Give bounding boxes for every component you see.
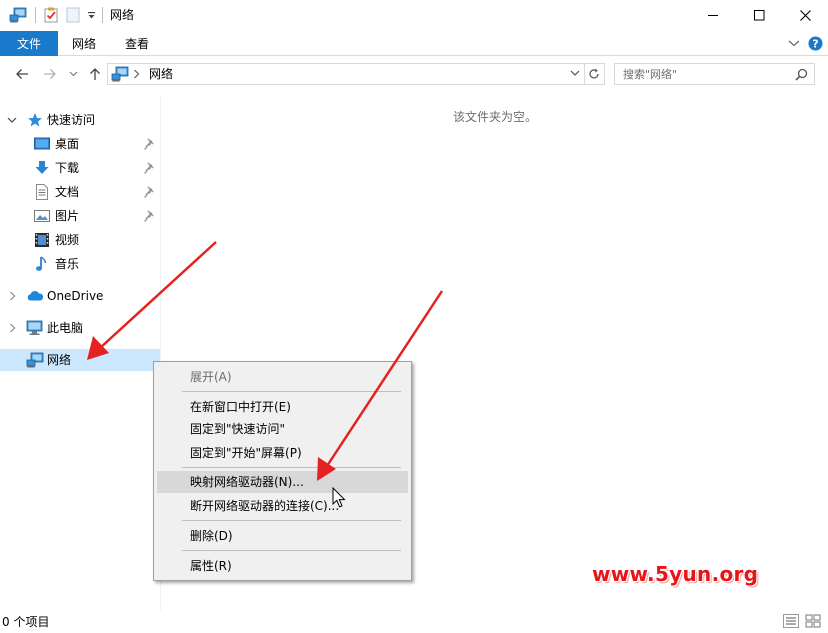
cloud-icon bbox=[26, 288, 44, 304]
sidebar-item-label: 音乐 bbox=[55, 257, 80, 271]
sidebar-item-label: 桌面 bbox=[55, 137, 80, 151]
chevron-right-icon[interactable] bbox=[6, 322, 18, 334]
close-button[interactable] bbox=[782, 0, 828, 31]
video-icon bbox=[34, 232, 50, 248]
menu-separator bbox=[182, 520, 401, 521]
tab-view[interactable]: 查看 bbox=[125, 31, 149, 56]
ribbon: 文件 网络 查看 ? bbox=[0, 31, 828, 56]
desktop-icon bbox=[34, 136, 50, 152]
customize-dropdown-icon[interactable] bbox=[85, 6, 97, 24]
window-title: 网络 bbox=[110, 8, 135, 22]
sidebar-item-network[interactable]: 网络 bbox=[0, 349, 160, 371]
sidebar-item-documents[interactable]: 文档 bbox=[0, 181, 160, 203]
sidebar-item-label: 视频 bbox=[55, 233, 80, 247]
close-icon bbox=[799, 10, 811, 21]
chevron-down-icon[interactable] bbox=[6, 114, 18, 126]
svg-text:?: ? bbox=[812, 38, 818, 51]
item-count: 0 个项目 bbox=[2, 615, 50, 629]
sidebar-item-videos[interactable]: 视频 bbox=[0, 229, 160, 251]
title-bar: 网络 bbox=[0, 0, 828, 31]
menu-item-pin-quick-access[interactable]: 固定到"快速访问" bbox=[157, 418, 408, 440]
breadcrumb-chevron-icon[interactable] bbox=[133, 69, 140, 79]
sidebar-item-label: 文档 bbox=[55, 185, 80, 199]
watermark: www.5yun.org bbox=[592, 562, 759, 586]
menu-item-expand[interactable]: 展开(A) bbox=[157, 366, 408, 388]
back-button[interactable] bbox=[12, 64, 32, 84]
pin-icon[interactable] bbox=[143, 185, 155, 199]
title-separator bbox=[35, 7, 36, 23]
sidebar-item-this-pc[interactable]: 此电脑 bbox=[0, 317, 160, 339]
properties-icon[interactable] bbox=[42, 6, 60, 24]
address-network-icon bbox=[111, 66, 129, 82]
menu-item-disconnect-network-drive[interactable]: 断开网络驱动器的连接(C)... bbox=[157, 495, 408, 517]
pin-icon[interactable] bbox=[143, 137, 155, 151]
search-box[interactable] bbox=[614, 63, 815, 85]
menu-item-delete[interactable]: 删除(D) bbox=[157, 525, 408, 547]
chevron-right-icon[interactable] bbox=[6, 290, 18, 302]
maximize-button[interactable] bbox=[736, 0, 782, 31]
navigation-pane: 快速访问 桌面 下载 文档 图片 视频 音乐 OneDrive 此电脑 网络 bbox=[0, 96, 160, 610]
document-icon bbox=[34, 184, 50, 200]
up-button[interactable] bbox=[86, 64, 104, 84]
new-folder-icon[interactable] bbox=[64, 6, 82, 24]
search-input[interactable] bbox=[623, 67, 793, 81]
back-arrow-icon bbox=[16, 69, 28, 79]
menu-item-pin-start[interactable]: 固定到"开始"屏幕(P) bbox=[157, 442, 408, 464]
star-icon bbox=[27, 112, 43, 128]
menu-item-map-network-drive[interactable]: 映射网络驱动器(N)... bbox=[157, 471, 408, 493]
pin-icon[interactable] bbox=[143, 209, 155, 223]
sidebar-item-label: 网络 bbox=[47, 353, 72, 367]
menu-separator bbox=[182, 391, 401, 392]
sidebar-item-music[interactable]: 音乐 bbox=[0, 253, 160, 275]
sidebar-item-downloads[interactable]: 下载 bbox=[0, 157, 160, 179]
minimize-button[interactable] bbox=[690, 0, 736, 31]
forward-button[interactable] bbox=[40, 64, 60, 84]
sidebar-item-label: 图片 bbox=[55, 209, 80, 223]
music-icon bbox=[34, 256, 50, 272]
context-menu: 展开(A) 在新窗口中打开(E) 固定到"快速访问" 固定到"开始"屏幕(P) … bbox=[153, 361, 412, 581]
breadcrumb-network[interactable]: 网络 bbox=[149, 66, 173, 82]
network-icon bbox=[8, 6, 28, 24]
sidebar-item-onedrive[interactable]: OneDrive bbox=[0, 285, 160, 307]
title-separator-2 bbox=[102, 7, 103, 23]
network-icon bbox=[26, 352, 44, 368]
sidebar-item-label: OneDrive bbox=[47, 289, 104, 303]
sidebar-item-pictures[interactable]: 图片 bbox=[0, 205, 160, 227]
recent-dropdown-icon bbox=[69, 71, 77, 77]
maximize-icon bbox=[753, 10, 764, 21]
mouse-cursor-icon bbox=[332, 487, 346, 509]
tab-file[interactable]: 文件 bbox=[0, 31, 58, 56]
expand-ribbon-icon[interactable] bbox=[788, 38, 800, 48]
sidebar-item-desktop[interactable]: 桌面 bbox=[0, 133, 160, 155]
details-view-icon[interactable] bbox=[783, 614, 799, 628]
address-bar[interactable]: 网络 bbox=[107, 63, 585, 85]
empty-folder-message: 该文件夹为空。 bbox=[453, 110, 538, 124]
minimize-icon bbox=[707, 15, 718, 16]
menu-item-properties[interactable]: 属性(R) bbox=[157, 555, 408, 577]
refresh-button[interactable] bbox=[584, 63, 605, 85]
pin-icon[interactable] bbox=[143, 161, 155, 175]
address-history-dropdown-icon[interactable] bbox=[570, 70, 580, 77]
download-icon bbox=[34, 160, 50, 176]
recent-locations-button[interactable] bbox=[66, 64, 80, 84]
picture-icon bbox=[34, 208, 50, 224]
menu-item-open-new-window[interactable]: 在新窗口中打开(E) bbox=[157, 396, 408, 418]
computer-icon bbox=[26, 320, 43, 336]
forward-arrow-icon bbox=[44, 69, 56, 79]
sidebar-item-label: 快速访问 bbox=[47, 113, 96, 127]
tab-network[interactable]: 网络 bbox=[72, 31, 96, 56]
help-icon[interactable]: ? bbox=[808, 36, 823, 51]
sidebar-item-quick-access[interactable]: 快速访问 bbox=[0, 109, 160, 131]
status-bar: 0 个项目 bbox=[0, 610, 828, 633]
sidebar-item-label: 下载 bbox=[55, 161, 80, 175]
search-icon[interactable] bbox=[795, 68, 808, 81]
up-arrow-icon bbox=[90, 68, 100, 80]
menu-separator bbox=[182, 467, 401, 468]
menu-separator bbox=[182, 550, 401, 551]
refresh-icon bbox=[589, 68, 599, 79]
sidebar-item-label: 此电脑 bbox=[47, 321, 84, 335]
large-icons-view-icon[interactable] bbox=[805, 614, 821, 628]
